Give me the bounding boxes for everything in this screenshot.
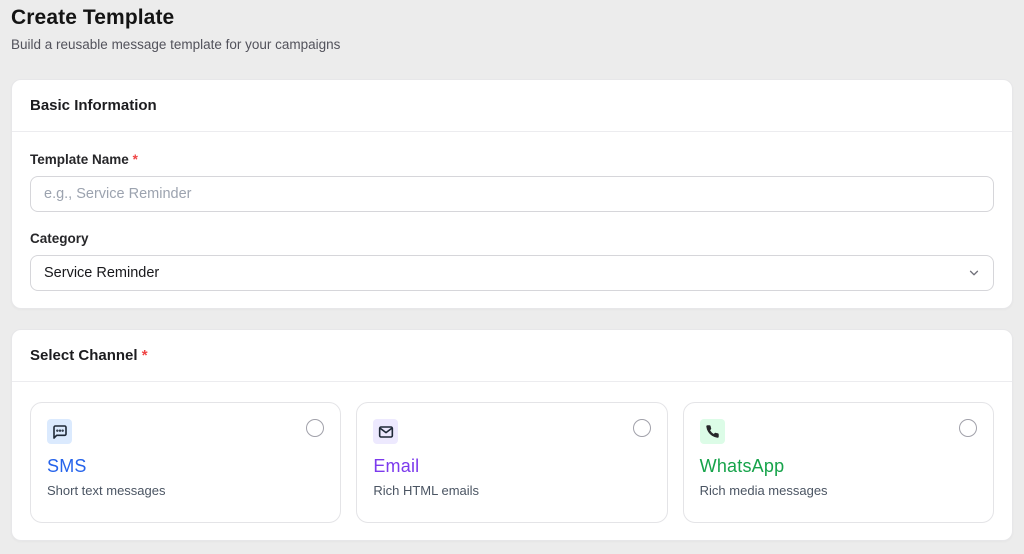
channel-description: Short text messages [47, 483, 166, 498]
category-select-wrap: Service Reminder [30, 255, 994, 291]
required-asterisk: * [141, 347, 148, 364]
channel-top-row [47, 419, 325, 444]
template-name-field-group: Template Name * [30, 152, 994, 212]
channel-grid: SMS Short text messages Email Rich HTML … [30, 402, 994, 523]
channel-top-row [373, 419, 651, 444]
required-asterisk: * [132, 152, 138, 167]
channel-name: Email [373, 456, 420, 476]
channel-description: Rich media messages [699, 483, 828, 498]
select-channel-body: SMS Short text messages Email Rich HTML … [12, 382, 1012, 540]
channel-radio-email[interactable] [632, 419, 651, 437]
channel-name: SMS [47, 456, 87, 476]
template-name-label: Template Name * [30, 152, 994, 167]
basic-information-body: Template Name * Category Service Reminde… [12, 132, 1012, 308]
channel-top-row [699, 419, 977, 444]
basic-information-card: Basic Information Template Name * Catego… [11, 79, 1013, 309]
channel-radio-sms[interactable] [306, 419, 325, 437]
channel-name: WhatsApp [699, 456, 785, 476]
basic-information-header: Basic Information [12, 80, 1012, 132]
channel-radio-whatsapp[interactable] [959, 419, 977, 437]
channel-description: Rich HTML emails [373, 483, 480, 498]
select-channel-title-text: Select Channel [30, 347, 138, 364]
page-title: Create Template [11, 6, 175, 29]
select-channel-card: Select Channel * SMS Short text messages… [11, 329, 1013, 541]
select-channel-title: Select Channel * [30, 347, 148, 364]
select-channel-header: Select Channel * [12, 330, 1012, 382]
page-subtitle: Build a reusable message template for yo… [11, 37, 341, 52]
channel-option-sms[interactable]: SMS Short text messages [30, 402, 342, 523]
category-field-group: Category Service Reminder [30, 231, 994, 291]
category-select[interactable]: Service Reminder [30, 255, 994, 291]
phone-icon [699, 419, 725, 444]
basic-information-title: Basic Information [30, 97, 157, 114]
category-label: Category [30, 231, 89, 246]
template-name-label-text: Template Name [30, 152, 129, 167]
channel-option-whatsapp[interactable]: WhatsApp Rich media messages [682, 402, 994, 523]
page-header: Create Template Build a reusable message… [11, 6, 1013, 52]
envelope-icon [373, 419, 399, 444]
message-bubble-icon [47, 419, 72, 444]
template-name-input[interactable] [30, 176, 994, 212]
channel-option-email[interactable]: Email Rich HTML emails [356, 402, 668, 523]
